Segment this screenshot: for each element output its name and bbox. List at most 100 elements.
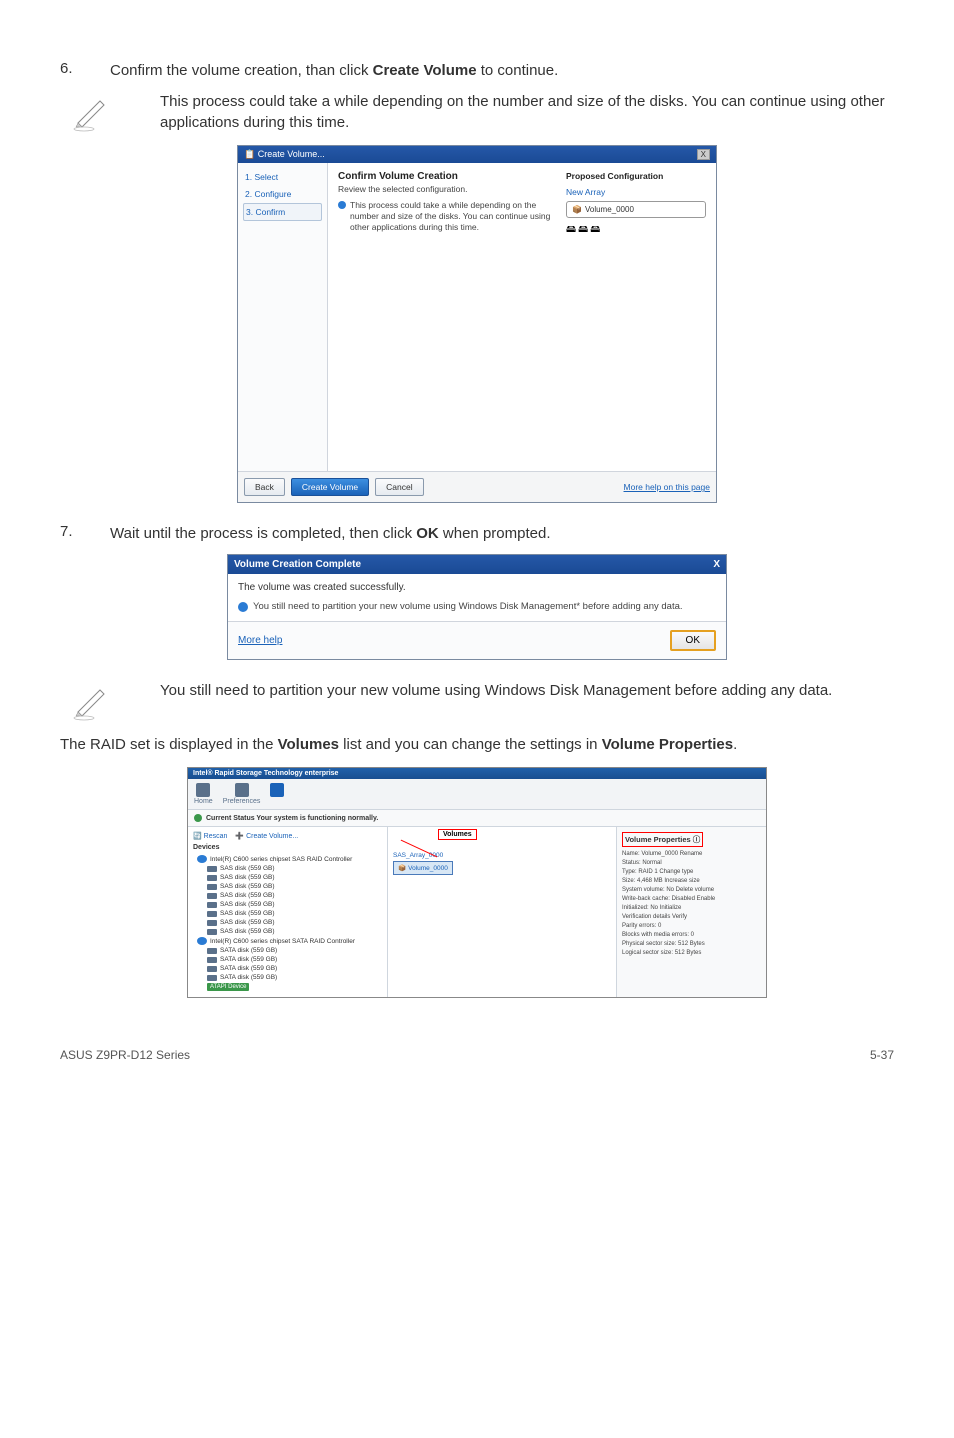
cancel-button[interactable]: Cancel bbox=[375, 478, 423, 496]
footer-left: ASUS Z9PR-D12 Series bbox=[60, 1048, 190, 1062]
prop-size: Size: 4,468 MB Increase size bbox=[622, 877, 761, 886]
disk-icon: 🖴 bbox=[566, 222, 576, 239]
disk-node[interactable]: SATA disk (559 GB) bbox=[193, 973, 382, 982]
disk-icon bbox=[207, 948, 217, 954]
volume-properties-heading: Volume Properties ⓘ bbox=[622, 832, 703, 847]
gear-icon bbox=[235, 783, 249, 797]
prop-system: System volume: No Delete volume bbox=[622, 886, 761, 895]
create-volume-button[interactable]: Create Volume bbox=[291, 478, 369, 496]
proposed-config-heading: Proposed Configuration bbox=[566, 171, 706, 181]
prop-parity: Parity errors: 0 bbox=[622, 922, 761, 931]
disk-icon bbox=[207, 875, 217, 881]
step-configure[interactable]: 2. Configure bbox=[243, 186, 322, 202]
disk-node[interactable]: SATA disk (559 GB) bbox=[193, 955, 382, 964]
note-icon bbox=[60, 91, 120, 133]
prop-type: Type: RAID 1 Change type bbox=[622, 868, 761, 877]
create-volume-dialog: 📋 Create Volume... X 1. Select 2. Config… bbox=[237, 145, 717, 503]
step-text: Wait until the process is completed, the… bbox=[110, 523, 894, 544]
array-name[interactable]: SAS_Array_0000 bbox=[393, 852, 611, 859]
volume-icon: 📦 bbox=[398, 864, 406, 872]
prop-phys: Physical sector size: 512 Bytes bbox=[622, 940, 761, 949]
info-text: You still need to partition your new vol… bbox=[253, 601, 683, 613]
note-text: You still need to partition your new vol… bbox=[120, 680, 894, 701]
disk-icon bbox=[207, 966, 217, 972]
volume-properties-list: Name: Volume_0000 Rename Status: Normal … bbox=[622, 850, 761, 958]
footer-right: 5-37 bbox=[870, 1048, 894, 1062]
atapi-node[interactable]: ATAPI Device bbox=[193, 982, 382, 992]
step-select[interactable]: 1. Select bbox=[243, 169, 322, 185]
controller-node[interactable]: Intel(R) C600 series chipset SAS RAID Co… bbox=[193, 854, 382, 864]
disk-node[interactable]: SAS disk (559 GB) bbox=[193, 891, 382, 900]
disk-node[interactable]: SAS disk (559 GB) bbox=[193, 873, 382, 882]
disk-node[interactable]: SAS disk (559 GB) bbox=[193, 927, 382, 936]
volumes-callout: Volumes bbox=[438, 829, 477, 840]
create-volume-link[interactable]: ➕ Create Volume... bbox=[235, 832, 298, 840]
dialog-title: 📋 Create Volume... bbox=[244, 149, 325, 160]
wizard-steps-sidebar: 1. Select 2. Configure 3. Confirm bbox=[238, 163, 328, 471]
controller-icon bbox=[197, 855, 207, 863]
volume-icon: 📦 bbox=[572, 205, 582, 214]
home-icon bbox=[196, 783, 210, 797]
disk-icons: 🖴 🖴 🖴 bbox=[566, 222, 706, 239]
back-button[interactable]: Back bbox=[244, 478, 285, 496]
volume-box[interactable]: 📦 Volume_0000 bbox=[393, 861, 453, 875]
completion-dialog: Volume Creation Complete X The volume wa… bbox=[227, 554, 727, 660]
disk-node[interactable]: SAS disk (559 GB) bbox=[193, 882, 382, 891]
disk-icon bbox=[207, 902, 217, 908]
disk-icon bbox=[207, 866, 217, 872]
disk-icon bbox=[207, 893, 217, 899]
step-number: 6. bbox=[60, 60, 110, 81]
app-title: Intel® Rapid Storage Technology enterpri… bbox=[188, 768, 766, 779]
info-icon bbox=[338, 201, 346, 209]
disk-node[interactable]: SAS disk (559 GB) bbox=[193, 918, 382, 927]
disk-icon bbox=[207, 929, 217, 935]
toolbar-preferences[interactable]: Preferences bbox=[223, 783, 261, 805]
device-tree: Intel(R) C600 series chipset SAS RAID Co… bbox=[193, 854, 382, 992]
disk-icon bbox=[207, 911, 217, 917]
ok-button[interactable]: OK bbox=[670, 630, 716, 651]
step-text: Confirm the volume creation, than click … bbox=[110, 60, 894, 81]
prop-writeback: Write-back cache: Disabled Enable bbox=[622, 895, 761, 904]
devices-heading: Devices bbox=[193, 844, 382, 851]
disk-node[interactable]: SATA disk (559 GB) bbox=[193, 946, 382, 955]
prop-log: Logical sector size: 512 Bytes bbox=[622, 949, 761, 958]
disk-node[interactable]: SATA disk (559 GB) bbox=[193, 964, 382, 973]
toolbar-home[interactable]: Home bbox=[194, 783, 213, 805]
close-icon[interactable]: X bbox=[713, 559, 720, 570]
rst-app: Intel® Rapid Storage Technology enterpri… bbox=[187, 767, 767, 998]
disk-icon: 🖴 bbox=[578, 222, 588, 239]
rescan-link[interactable]: 🔄 Rescan bbox=[193, 832, 227, 840]
prop-init: Initialized: No Initialize bbox=[622, 904, 761, 913]
more-help-link[interactable]: More help on this page bbox=[624, 482, 710, 492]
step-confirm[interactable]: 3. Confirm bbox=[243, 203, 322, 221]
note-text: This process could take a while dependin… bbox=[120, 91, 894, 133]
close-icon[interactable]: X bbox=[697, 149, 710, 160]
controller-node[interactable]: Intel(R) C600 series chipset SATA RAID C… bbox=[193, 936, 382, 946]
success-message: The volume was created successfully. bbox=[238, 582, 716, 593]
prop-verif: Verification details Verify bbox=[622, 913, 761, 922]
paragraph: The RAID set is displayed in the Volumes… bbox=[60, 734, 894, 755]
disk-icon bbox=[207, 884, 217, 890]
disk-node[interactable]: SAS disk (559 GB) bbox=[193, 864, 382, 873]
volume-item: 📦 Volume_0000 bbox=[566, 201, 706, 218]
new-array-label: New Array bbox=[566, 187, 706, 197]
disk-icon: 🖴 bbox=[590, 222, 600, 239]
prop-blocks: Blocks with media errors: 0 bbox=[622, 931, 761, 940]
prop-name: Name: Volume_0000 Rename bbox=[622, 850, 761, 859]
status-ok-icon bbox=[194, 814, 202, 822]
prop-status: Status: Normal bbox=[622, 859, 761, 868]
step-number: 7. bbox=[60, 523, 110, 544]
disk-node[interactable]: SAS disk (559 GB) bbox=[193, 909, 382, 918]
disk-node[interactable]: SAS disk (559 GB) bbox=[193, 900, 382, 909]
dialog-title: Volume Creation Complete bbox=[234, 559, 361, 570]
disk-icon bbox=[207, 975, 217, 981]
disk-icon bbox=[207, 920, 217, 926]
disk-icon bbox=[207, 957, 217, 963]
intel-icon bbox=[270, 783, 284, 797]
info-text: This process could take a while dependin… bbox=[350, 200, 560, 233]
more-help-link[interactable]: More help bbox=[238, 635, 282, 646]
note-icon bbox=[60, 680, 120, 722]
status-text: Current Status Your system is functionin… bbox=[206, 815, 378, 822]
info-icon bbox=[238, 602, 248, 612]
controller-icon bbox=[197, 937, 207, 945]
